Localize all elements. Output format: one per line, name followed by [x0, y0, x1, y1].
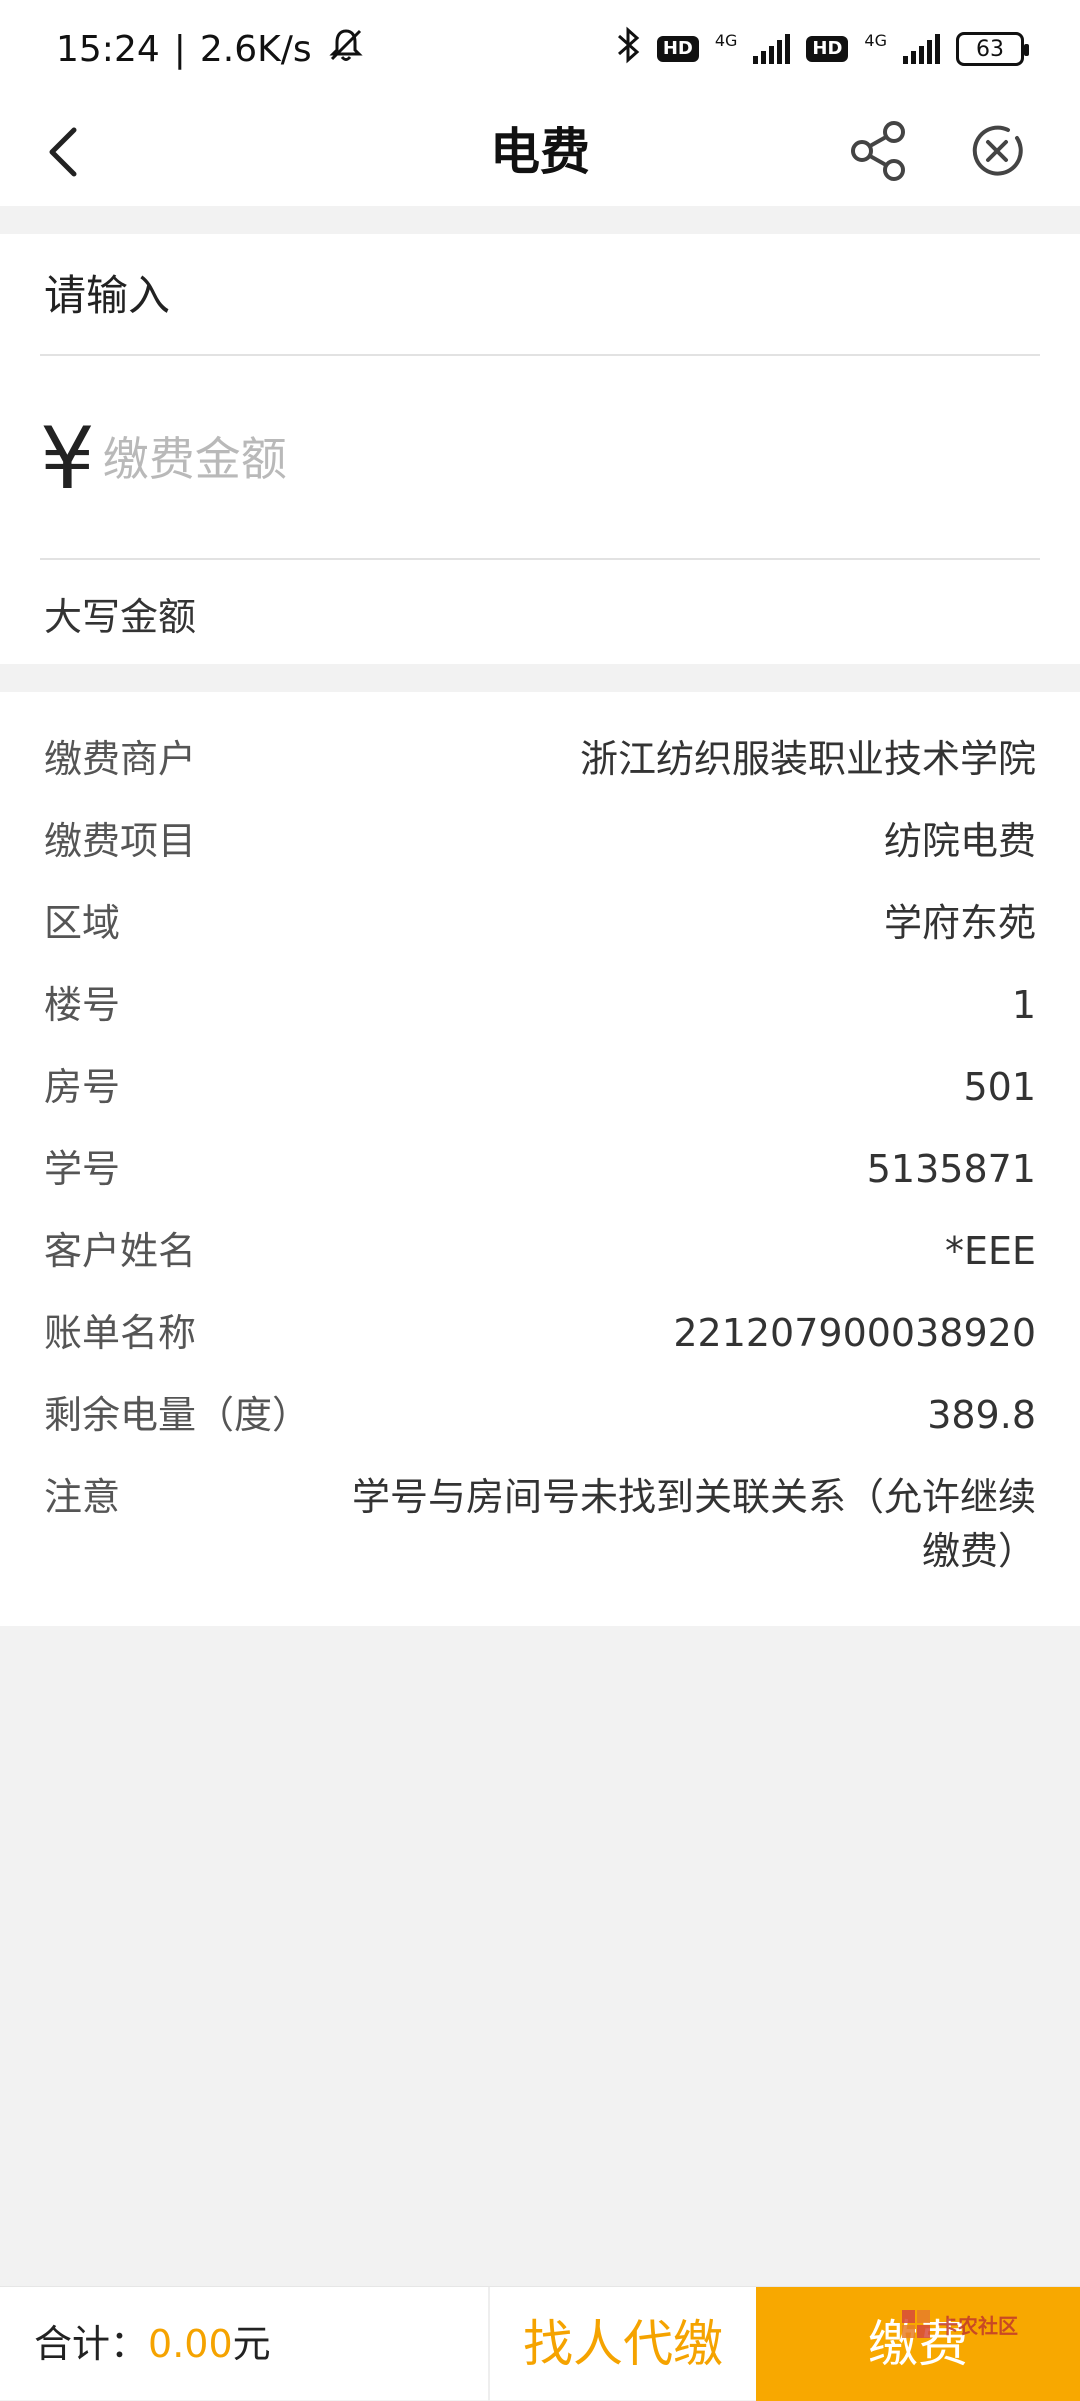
info-row-bill-name: 账单名称 221207900038920	[44, 1306, 1036, 1360]
hd-badge-2: HD	[806, 36, 849, 62]
info-value: 学府东苑	[883, 901, 1036, 945]
info-value: 纺院电费	[883, 819, 1036, 863]
proxy-pay-button[interactable]: 找人代缴	[490, 2287, 756, 2401]
info-label: 注意	[44, 1475, 121, 1519]
info-value: 501	[963, 1065, 1036, 1109]
battery-level: 63	[976, 36, 1004, 62]
page-title: 电费	[490, 123, 590, 181]
info-row-building: 楼号 1	[44, 978, 1036, 1032]
info-label: 缴费项目	[44, 819, 197, 863]
info-row-area: 区域 学府东苑	[44, 896, 1036, 950]
info-row-remaining-power: 剩余电量（度） 389.8	[44, 1388, 1036, 1442]
status-net-speed: 2.6K/s	[199, 28, 312, 70]
info-row-room: 房号 501	[44, 1060, 1036, 1114]
info-value: 221207900038920	[673, 1311, 1036, 1355]
total-amount: 0.00	[148, 2322, 233, 2366]
share-icon	[851, 121, 905, 181]
info-label: 客户姓名	[44, 1229, 197, 1273]
info-label: 房号	[44, 1065, 121, 1109]
divider	[40, 354, 1040, 356]
network-type-2: 4G	[864, 30, 887, 50]
bottom-action-bar: 合计：0.00元 找人代缴 缴费	[0, 2286, 1080, 2401]
bluetooth-icon	[615, 25, 641, 74]
info-row-item: 缴费项目 纺院电费	[44, 814, 1036, 868]
info-label: 缴费商户	[44, 737, 197, 781]
total-summary: 合计：0.00元	[34, 2287, 271, 2401]
info-value: 浙江纺织服装职业技术学院	[579, 737, 1036, 781]
amount-input[interactable]	[100, 431, 901, 487]
app-header: 电费	[0, 98, 1080, 206]
watermark: 卡农社区	[900, 2308, 1018, 2340]
status-right: HD 4G HD 4G 63	[615, 25, 1029, 74]
status-time: 15:24	[56, 28, 160, 70]
close-button[interactable]	[964, 118, 1030, 184]
info-value: 学号与房间号未找到关联关系（允许继续缴费）	[351, 1475, 1036, 1573]
info-label: 楼号	[44, 983, 121, 1027]
divider	[40, 558, 1040, 560]
chevron-left-icon	[49, 127, 77, 177]
bill-info-card: 缴费商户 浙江纺织服装职业技术学院 缴费项目 纺院电费 区域 学府东苑 楼号 1…	[0, 692, 1080, 1626]
hd-badge-1: HD	[656, 36, 699, 62]
info-row-student-id: 学号 5135871	[44, 1142, 1036, 1196]
info-label: 剩余电量（度）	[44, 1393, 311, 1437]
status-left: 15:24 | 2.6K/s	[56, 25, 366, 74]
signal-icon-1	[753, 34, 791, 64]
pay-button[interactable]: 缴费	[756, 2287, 1080, 2401]
status-bar: 15:24 | 2.6K/s HD 4G HD 4G 63	[0, 0, 1080, 98]
info-row-customer-name: 客户姓名 *EEE	[44, 1224, 1036, 1278]
status-separator: |	[173, 28, 186, 70]
info-value: 389.8	[927, 1393, 1036, 1437]
info-label: 区域	[44, 901, 121, 945]
input-prompt: 请输入	[44, 271, 171, 320]
info-value: 1	[1011, 983, 1036, 1027]
amount-input-card: 请输入 ¥ 大写金额	[0, 234, 1080, 664]
signal-icon-2	[903, 34, 940, 64]
uppercase-amount-label: 大写金额	[44, 595, 197, 639]
yen-sign: ¥	[40, 409, 95, 509]
info-label: 账单名称	[44, 1311, 197, 1355]
info-row-merchant: 缴费商户 浙江纺织服装职业技术学院	[44, 732, 1036, 786]
close-circle-icon	[972, 125, 1023, 176]
info-row-note: 注意 学号与房间号未找到关联关系（允许继续缴费）	[44, 1470, 1036, 1578]
info-value: *EEE	[944, 1229, 1036, 1273]
back-button[interactable]	[36, 120, 96, 184]
total-unit: 元	[232, 2322, 271, 2366]
mute-bell-icon	[326, 25, 366, 74]
share-button[interactable]	[846, 118, 912, 184]
total-label: 合计：	[34, 2322, 149, 2366]
info-value: 5135871	[866, 1147, 1036, 1191]
battery-icon: 63	[956, 32, 1029, 66]
info-label: 学号	[44, 1147, 121, 1191]
watermark-logo-icon	[902, 2310, 930, 2338]
amount-row[interactable]: ¥	[40, 404, 1040, 514]
watermark-text: 卡农社区	[938, 2313, 1018, 2338]
network-type-1: 4G	[714, 30, 738, 50]
